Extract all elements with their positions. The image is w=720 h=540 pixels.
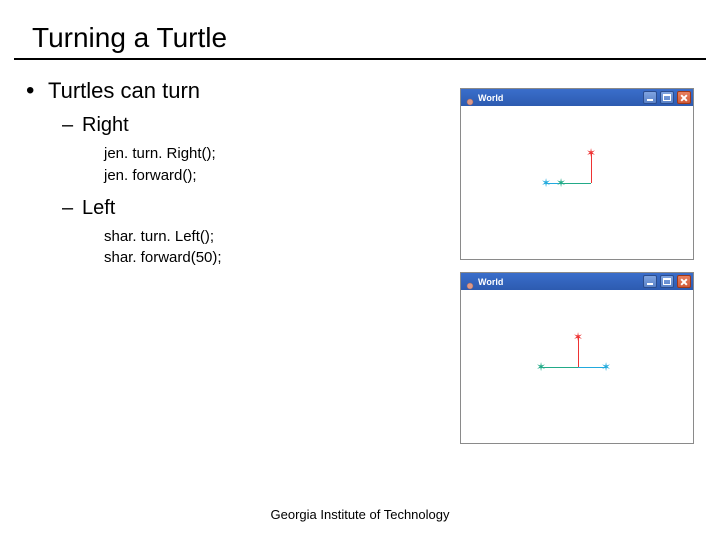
minimize-icon[interactable] xyxy=(643,275,657,288)
world-window-right: World ✶ ✶ ✶ xyxy=(460,88,694,260)
maximize-icon[interactable] xyxy=(660,91,674,104)
turtle-green-icon: ✶ xyxy=(556,177,566,189)
turtle-green-icon: ✶ xyxy=(536,361,546,373)
canvas-right: ✶ ✶ ✶ xyxy=(461,106,693,259)
window-title: World xyxy=(478,93,640,103)
turtle-red-icon: ✶ xyxy=(573,331,583,343)
minimize-icon[interactable] xyxy=(643,91,657,104)
footer-text: Georgia Institute of Technology xyxy=(0,507,720,522)
trail-green-2 xyxy=(541,367,578,368)
titlebar: World xyxy=(461,89,693,106)
java-icon xyxy=(465,93,475,103)
turtle-red-icon: ✶ xyxy=(586,147,596,159)
java-icon xyxy=(465,277,475,287)
slide-title: Turning a Turtle xyxy=(14,0,706,60)
window-title: World xyxy=(478,277,640,287)
world-window-left: World ✶ ✶ ✶ xyxy=(460,272,694,444)
canvas-left: ✶ ✶ ✶ xyxy=(461,290,693,443)
close-icon[interactable] xyxy=(677,91,691,104)
close-icon[interactable] xyxy=(677,275,691,288)
titlebar: World xyxy=(461,273,693,290)
turtle-cyan-icon: ✶ xyxy=(541,177,551,189)
turtle-cyan-icon: ✶ xyxy=(601,361,611,373)
maximize-icon[interactable] xyxy=(660,275,674,288)
